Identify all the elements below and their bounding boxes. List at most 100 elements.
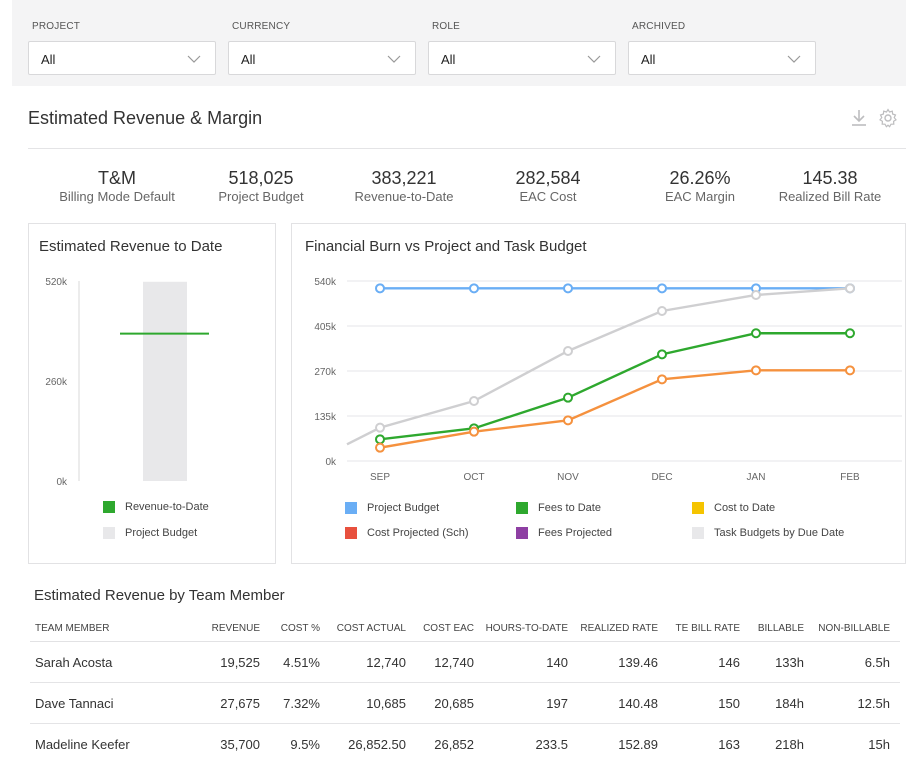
table-row[interactable]: Dave Tannaci 27,675 7.32% 10,685 20,685 …: [30, 683, 900, 724]
realized-rate-cell: 140.48: [618, 696, 658, 711]
revenue-cell: 19,525: [220, 655, 260, 670]
select-value: All: [641, 52, 656, 67]
gear-icon[interactable]: [878, 108, 898, 128]
legend-swatch: [516, 502, 528, 514]
kpi-value: 383,221: [371, 168, 437, 188]
legend-swatch: [345, 502, 357, 514]
non-billable-cell: 12.5h: [857, 696, 890, 711]
legend-item: Cost Projected (Sch): [345, 527, 468, 539]
x-tick-label: DEC: [651, 472, 672, 483]
chevron-down-icon: [387, 55, 401, 63]
legend-swatch: [516, 527, 528, 539]
hours-to-date-cell: 140: [546, 655, 568, 670]
non-billable-cell: 15h: [868, 737, 890, 752]
data-point: [469, 283, 479, 294]
legend-swatch: [692, 527, 704, 539]
data-point: [375, 442, 385, 453]
financial-burn-line-chart: 0k 135k 270k 405k 540k SEP OCT NOV DEC JAN FEB: [314, 277, 902, 483]
kpi-value: 282,584: [515, 168, 581, 188]
column-header[interactable]: HOURS-TO-DATE: [486, 623, 568, 634]
chevron-down-icon: [787, 55, 801, 63]
team-member-name: Dave Tannaci: [35, 696, 114, 711]
realized-rate-cell: 139.46: [618, 655, 658, 670]
series-line: [379, 369, 850, 449]
role-select[interactable]: All: [428, 41, 616, 75]
kpi-label: EAC Margin: [664, 189, 736, 204]
legend-label: Fees Projected: [538, 527, 612, 539]
table-row[interactable]: Sarah Acosta 19,525 4.51% 12,740 12,740 …: [30, 642, 900, 683]
kpi-label: Billing Mode Default: [59, 189, 175, 204]
kpi-label: EAC Cost: [519, 189, 577, 204]
column-header[interactable]: COST %: [281, 623, 320, 634]
data-point: [375, 434, 385, 445]
y-tick-label: 405k: [314, 322, 337, 333]
legend-label: Task Budgets by Due Date: [714, 527, 845, 539]
data-point: [469, 426, 479, 437]
data-point: [845, 365, 855, 376]
revenue-cell: 35,700: [220, 737, 260, 752]
non-billable-cell: 6.5h: [864, 655, 890, 670]
project-select[interactable]: All: [28, 41, 216, 75]
realized-rate-cell: 152.89: [618, 737, 658, 752]
cost-actual-cell: 10,685: [366, 696, 406, 711]
kpi-value: 26.26%: [669, 168, 731, 188]
kpi-value: 518,025: [228, 168, 294, 188]
card-title: Financial Burn vs Project and Task Budge…: [305, 238, 587, 255]
team-member-name: Madeline Keefer: [35, 737, 130, 752]
filter-label: CURRENCY: [232, 21, 291, 32]
cost-percent-cell: 4.51%: [283, 655, 320, 670]
kpi-billing-mode: T&M Billing Mode Default: [42, 167, 192, 205]
archived-select[interactable]: All: [628, 41, 816, 75]
y-tick-label: 270k: [314, 367, 337, 378]
legend-item: Fees to Date: [516, 502, 601, 514]
column-header[interactable]: REVENUE: [212, 623, 260, 634]
download-icon[interactable]: [850, 108, 868, 128]
header-divider: [28, 148, 906, 149]
column-header[interactable]: NON-BILLABLE: [818, 623, 890, 634]
currency-select[interactable]: All: [228, 41, 416, 75]
revenue-cell: 27,675: [220, 696, 260, 711]
filter-label: PROJECT: [32, 21, 81, 32]
data-point: [657, 306, 667, 316]
chevron-down-icon: [187, 55, 201, 63]
te-bill-rate-cell: 163: [718, 737, 740, 752]
page-title: Estimated Revenue & Margin: [28, 108, 263, 128]
te-bill-rate-cell: 150: [718, 696, 740, 711]
x-tick-label: NOV: [557, 472, 579, 483]
legend-label: Cost Projected (Sch): [367, 527, 469, 539]
data-point: [469, 396, 479, 406]
legend-swatch: [692, 502, 704, 514]
data-point: [751, 328, 761, 339]
data-point: [563, 283, 573, 294]
column-header[interactable]: BILLABLE: [758, 623, 804, 634]
legend-item: Project Budget: [345, 502, 439, 514]
legend-label: Revenue-to-Date: [125, 501, 209, 513]
revenue-bar-chart: 0k 260k 520k: [45, 277, 209, 488]
legend-swatch: [345, 527, 357, 539]
x-tick-label: JAN: [747, 472, 766, 483]
table-row[interactable]: Madeline Keefer 35,700 9.5% 26,852.50 26…: [30, 724, 900, 763]
data-point: [563, 346, 573, 356]
data-point: [657, 374, 667, 385]
data-point: [751, 290, 761, 300]
data-point: [563, 392, 573, 403]
kpi-value: 145.38: [802, 168, 858, 188]
y-tick-label: 520k: [45, 277, 68, 288]
billable-cell: 218h: [775, 737, 804, 752]
column-header[interactable]: TE BILL RATE: [676, 623, 740, 634]
y-tick-label: 260k: [45, 377, 68, 388]
filter-bar: PROJECT All CURRENCY All ROLE All ARCHIV…: [12, 0, 906, 86]
column-header[interactable]: COST ACTUAL: [337, 623, 406, 634]
data-point: [563, 415, 573, 426]
series-line: [379, 332, 850, 441]
column-header[interactable]: COST EAC: [423, 623, 474, 634]
x-tick-label: FEB: [840, 472, 860, 483]
column-header[interactable]: REALIZED RATE: [580, 623, 658, 634]
billable-cell: 133h: [775, 655, 804, 670]
hours-to-date-cell: 197: [546, 696, 568, 711]
column-header[interactable]: TEAM MEMBER: [35, 623, 109, 634]
series-line: [346, 287, 851, 446]
legend-label: Project Budget: [125, 527, 198, 539]
select-value: All: [441, 52, 456, 67]
legend-swatch: [103, 501, 115, 513]
